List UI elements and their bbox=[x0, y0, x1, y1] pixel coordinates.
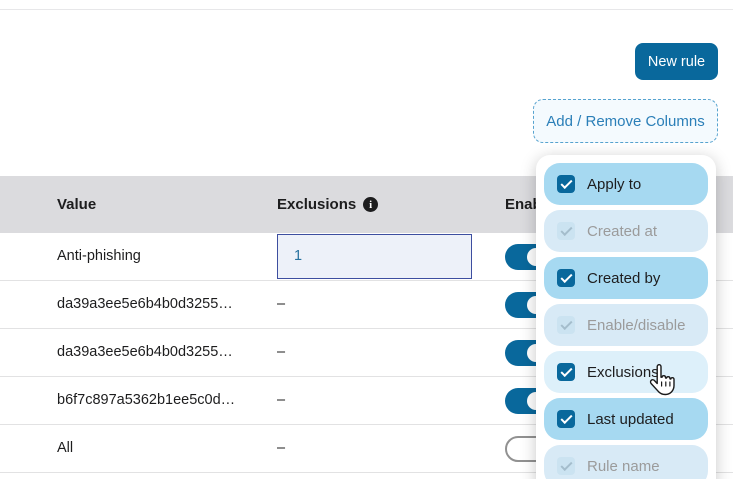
add-remove-columns-button[interactable]: Add / Remove Columns bbox=[533, 99, 718, 143]
cell-exclusions: – bbox=[277, 440, 286, 456]
columns-menu-item-label: Enable/disable bbox=[587, 316, 686, 334]
checkbox-icon bbox=[557, 316, 575, 334]
columns-menu-item[interactable]: Apply to bbox=[544, 163, 708, 205]
columns-menu-item[interactable]: Created by bbox=[544, 257, 708, 299]
checkbox-icon bbox=[557, 175, 575, 193]
columns-menu-item: Rule name bbox=[544, 445, 708, 479]
new-rule-button[interactable]: New rule bbox=[635, 43, 718, 80]
columns-menu-item-label: Exclusions bbox=[587, 363, 659, 381]
columns-menu-item: Enable/disable bbox=[544, 304, 708, 346]
cell-exclusions: – bbox=[277, 296, 286, 312]
columns-menu-item-label: Created by bbox=[587, 269, 661, 287]
top-divider bbox=[0, 9, 733, 10]
columns-menu-item[interactable]: Exclusions bbox=[544, 351, 708, 393]
cell-exclusions: – bbox=[277, 392, 286, 408]
checkbox-icon bbox=[557, 222, 575, 240]
columns-menu-item-label: Last updated bbox=[587, 410, 674, 428]
cell-value: All bbox=[57, 440, 74, 456]
cell-value: Anti-phishing bbox=[57, 248, 141, 264]
columns-menu-item[interactable]: Last updated bbox=[544, 398, 708, 440]
cell-value: da39a3ee5e6b4b0d3255… bbox=[57, 296, 233, 312]
checkbox-icon bbox=[557, 269, 575, 287]
checkbox-icon bbox=[557, 410, 575, 428]
column-header-value: Value bbox=[57, 196, 97, 213]
info-icon[interactable]: i bbox=[363, 197, 379, 212]
cell-exclusions: – bbox=[277, 344, 286, 360]
columns-menu: Apply to Created at Created by Enable/di… bbox=[536, 155, 716, 479]
columns-menu-item-label: Created at bbox=[587, 222, 658, 240]
columns-menu-item-label: Rule name bbox=[587, 457, 660, 475]
columns-menu-item: Created at bbox=[544, 210, 708, 252]
column-header-exclusions-label: Exclusions bbox=[277, 196, 357, 213]
columns-menu-item-label: Apply to bbox=[587, 175, 642, 193]
cell-value: da39a3ee5e6b4b0d3255… bbox=[57, 344, 233, 360]
column-header-exclusions: Exclusions i bbox=[277, 176, 379, 233]
cell-exclusions[interactable]: 1 bbox=[277, 234, 472, 279]
rules-page: New rule Add / Remove Columns Value Excl… bbox=[0, 0, 733, 479]
checkbox-icon bbox=[557, 457, 575, 475]
checkbox-icon bbox=[557, 363, 575, 381]
cell-value: b6f7c897a5362b1ee5c0d… bbox=[57, 392, 236, 408]
